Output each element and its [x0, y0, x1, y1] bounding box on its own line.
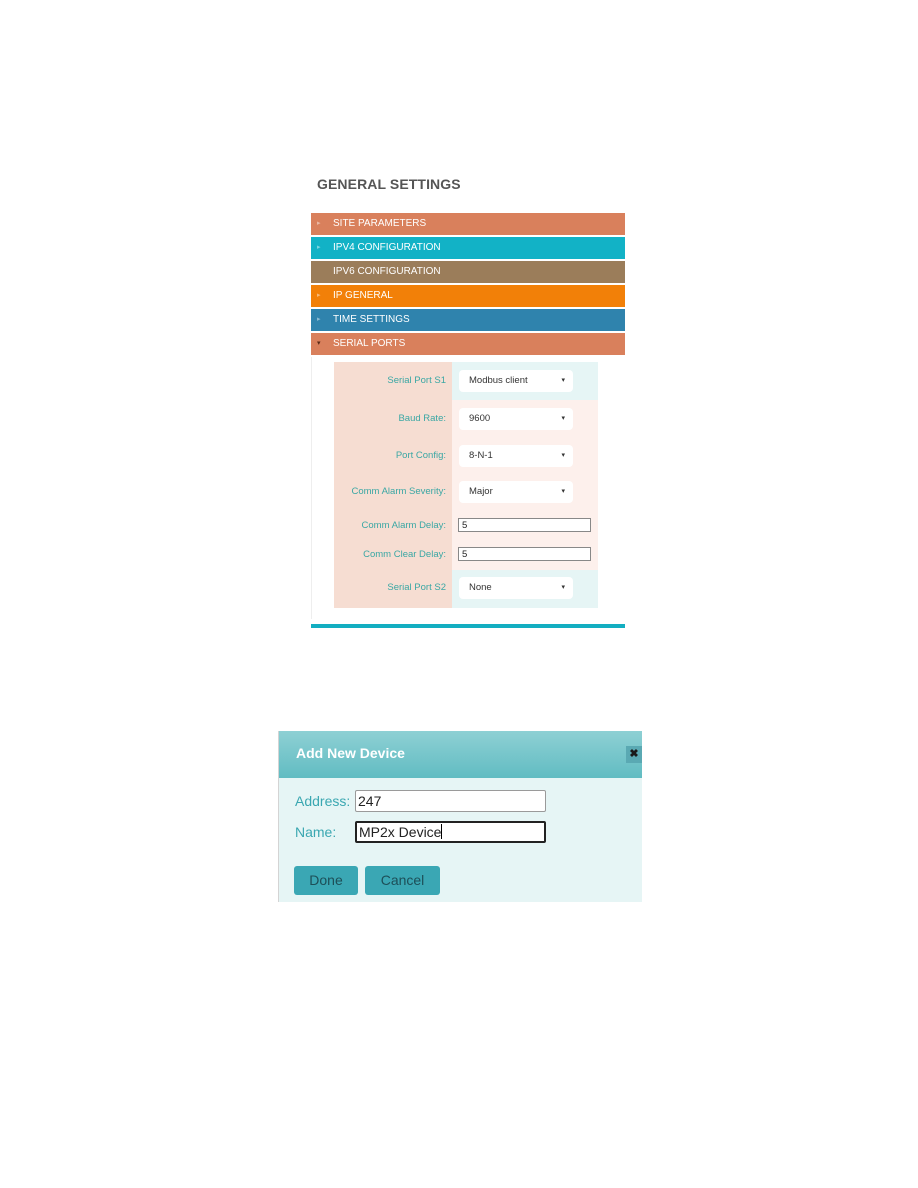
select-value: 8-N-1	[469, 450, 493, 461]
panel-bottom-border	[311, 624, 625, 628]
section-label: IP GENERAL	[333, 290, 393, 301]
address-label: Address:	[295, 793, 351, 809]
serial-port-s2-select[interactable]: None ▾	[459, 577, 573, 599]
section-label: SITE PARAMETERS	[333, 218, 427, 229]
field-value-cell: 5	[452, 541, 598, 570]
field-value-cell: Major ▾	[452, 474, 598, 510]
caret-down-icon: ▾	[317, 340, 321, 347]
form-row-serial-port-s1: Serial Port S1 Modbus client ▾	[334, 362, 598, 400]
address-input[interactable]: 247	[355, 790, 546, 812]
select-value: None	[469, 582, 492, 593]
dialog-header: Add New Device ✖	[279, 731, 642, 778]
dropdown-arrow-icon: ▾	[561, 584, 565, 591]
comm-alarm-delay-input[interactable]: 5	[458, 518, 591, 532]
section-ip-general[interactable]: ▸ IP GENERAL	[311, 285, 625, 307]
section-label: IPV6 CONFIGURATION	[333, 266, 441, 277]
caret-right-icon: ▸	[317, 316, 321, 323]
comm-clear-delay-input[interactable]: 5	[458, 547, 591, 561]
field-value-cell: 8-N-1 ▾	[452, 437, 598, 474]
name-label: Name:	[295, 824, 337, 840]
form-row-comm-clear-delay: Comm Clear Delay: 5	[334, 541, 598, 570]
form-row-port-config: Port Config: 8-N-1 ▾	[334, 437, 598, 474]
form-row-comm-alarm-delay: Comm Alarm Delay: 5	[334, 510, 598, 541]
select-value: Modbus client	[469, 375, 528, 386]
select-value: 9600	[469, 413, 491, 424]
dropdown-arrow-icon: ▾	[561, 452, 565, 459]
field-label: Serial Port S1	[334, 362, 452, 400]
dropdown-arrow-icon: ▾	[561, 488, 565, 495]
comm-alarm-severity-select[interactable]: Major ▾	[459, 481, 573, 503]
serial-ports-panel: Serial Port S1 Modbus client ▾ Baud Rate…	[311, 357, 626, 619]
section-label: TIME SETTINGS	[333, 314, 410, 325]
field-value-cell: 5	[452, 510, 598, 541]
serial-ports-form: Serial Port S1 Modbus client ▾ Baud Rate…	[334, 362, 598, 608]
field-label: Comm Alarm Severity:	[334, 474, 452, 510]
field-label: Comm Clear Delay:	[334, 541, 452, 570]
select-value: Major	[469, 486, 493, 497]
text-cursor	[441, 824, 443, 839]
form-row-comm-alarm-severity: Comm Alarm Severity: Major ▾	[334, 474, 598, 510]
name-input[interactable]: MP2x Device	[355, 821, 546, 843]
form-row-baud-rate: Baud Rate: 9600 ▾	[334, 400, 598, 437]
field-value-cell: None ▾	[452, 570, 598, 608]
settings-accordion: ▸ SITE PARAMETERS ▸ IPV4 CONFIGURATION I…	[311, 213, 626, 619]
dropdown-arrow-icon: ▾	[561, 377, 565, 384]
section-ipv6-configuration[interactable]: IPV6 CONFIGURATION	[311, 261, 625, 283]
general-settings-title: GENERAL SETTINGS	[317, 176, 461, 192]
form-row-serial-port-s2: Serial Port S2 None ▾	[334, 570, 598, 608]
done-button[interactable]: Done	[294, 866, 358, 895]
field-label: Comm Alarm Delay:	[334, 510, 452, 541]
field-value-cell: Modbus client ▾	[452, 362, 598, 400]
name-input-value: MP2x Device	[359, 824, 442, 840]
section-site-parameters[interactable]: ▸ SITE PARAMETERS	[311, 213, 625, 235]
caret-right-icon: ▸	[317, 244, 321, 251]
close-icon[interactable]: ✖	[626, 746, 642, 763]
field-label: Baud Rate:	[334, 400, 452, 437]
field-label: Serial Port S2	[334, 570, 452, 608]
field-label: Port Config:	[334, 437, 452, 474]
section-label: SERIAL PORTS	[333, 338, 406, 349]
port-config-select[interactable]: 8-N-1 ▾	[459, 445, 573, 467]
caret-right-icon: ▸	[317, 220, 321, 227]
add-new-device-dialog: Add New Device ✖ Address: 247 Name: MP2x…	[278, 731, 642, 902]
cancel-button[interactable]: Cancel	[365, 866, 440, 895]
section-time-settings[interactable]: ▸ TIME SETTINGS	[311, 309, 625, 331]
dialog-title: Add New Device	[296, 745, 405, 761]
dropdown-arrow-icon: ▾	[561, 415, 565, 422]
serial-port-s1-select[interactable]: Modbus client ▾	[459, 370, 573, 392]
baud-rate-select[interactable]: 9600 ▾	[459, 408, 573, 430]
section-label: IPV4 CONFIGURATION	[333, 242, 441, 253]
section-ipv4-configuration[interactable]: ▸ IPV4 CONFIGURATION	[311, 237, 625, 259]
field-value-cell: 9600 ▾	[452, 400, 598, 437]
caret-right-icon: ▸	[317, 292, 321, 299]
section-serial-ports[interactable]: ▾ SERIAL PORTS	[311, 333, 625, 355]
